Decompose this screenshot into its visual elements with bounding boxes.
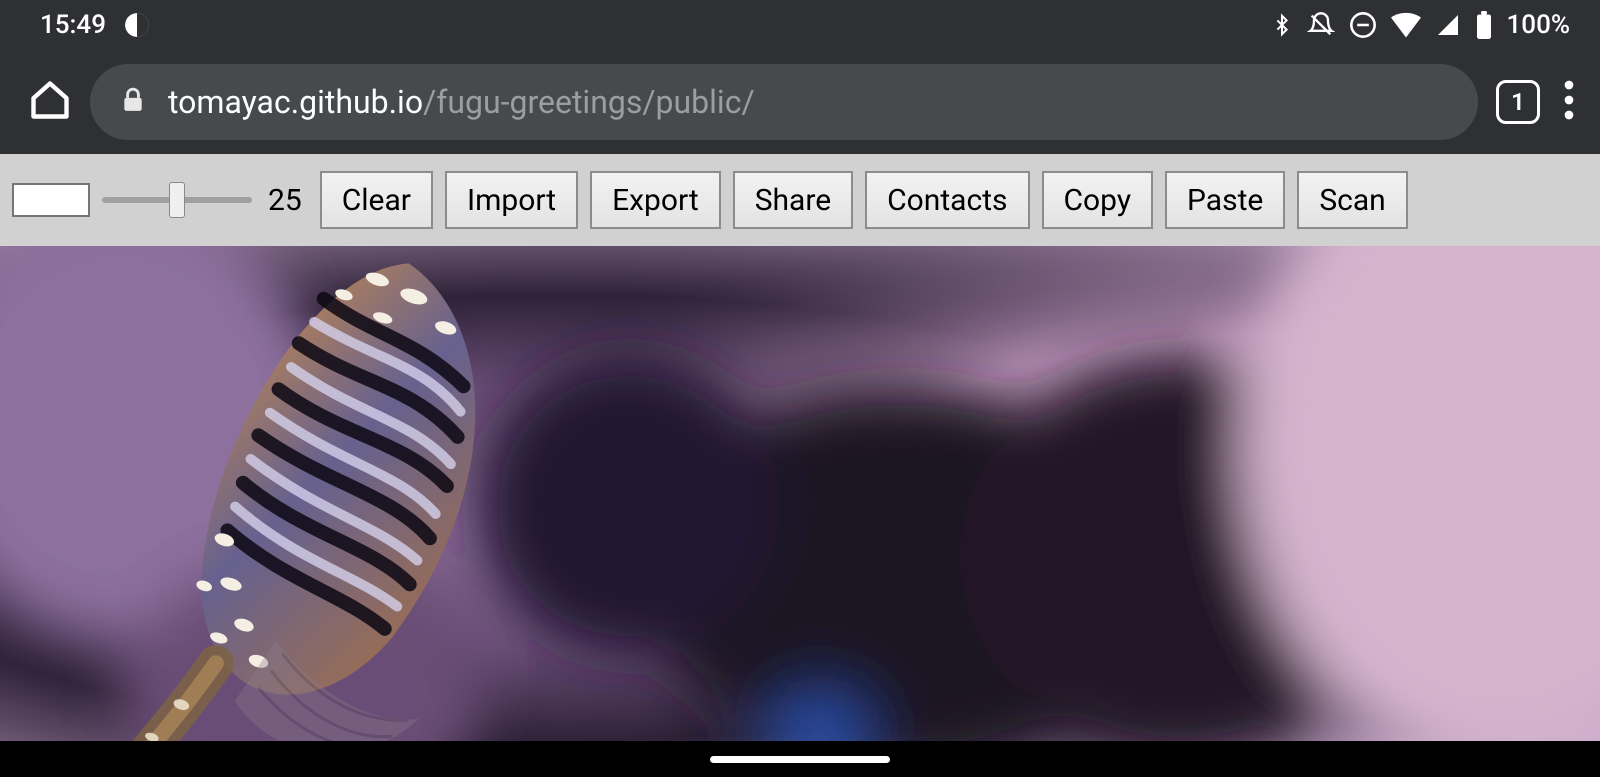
export-button[interactable]: Export bbox=[590, 171, 721, 229]
contacts-button[interactable]: Contacts bbox=[865, 171, 1029, 229]
data-saver-icon bbox=[124, 12, 150, 38]
cell-signal-icon bbox=[1435, 13, 1461, 37]
clear-button[interactable]: Clear bbox=[320, 171, 433, 229]
url-host: tomayac.github.io bbox=[168, 83, 423, 121]
gesture-nav-pill[interactable] bbox=[710, 756, 890, 763]
app-toolbar: 25 Clear Import Export Share Contacts Co… bbox=[0, 154, 1600, 246]
bluetooth-icon bbox=[1271, 11, 1293, 39]
address-bar[interactable]: tomayac.github.io/fugu-greetings/public/ bbox=[90, 64, 1478, 140]
copy-button[interactable]: Copy bbox=[1042, 171, 1154, 229]
brush-size-slider[interactable] bbox=[102, 184, 252, 216]
notifications-off-icon bbox=[1307, 11, 1335, 39]
paste-button[interactable]: Paste bbox=[1165, 171, 1285, 229]
wifi-icon bbox=[1391, 12, 1421, 38]
overflow-menu-icon[interactable] bbox=[1558, 80, 1580, 124]
battery-percent: 100% bbox=[1507, 10, 1570, 40]
url-text: tomayac.github.io/fugu-greetings/public/ bbox=[168, 83, 755, 121]
do-not-disturb-icon bbox=[1349, 11, 1377, 39]
status-time: 15:49 bbox=[40, 10, 106, 40]
url-path: /fugu-greetings/public/ bbox=[423, 83, 755, 121]
android-nav-bar bbox=[0, 741, 1600, 777]
battery-icon bbox=[1475, 11, 1493, 39]
lock-icon bbox=[120, 85, 146, 119]
canvas-area[interactable] bbox=[0, 246, 1600, 741]
color-picker[interactable] bbox=[12, 183, 90, 217]
share-button[interactable]: Share bbox=[733, 171, 853, 229]
scan-button[interactable]: Scan bbox=[1297, 171, 1407, 229]
import-button[interactable]: Import bbox=[445, 171, 578, 229]
android-status-bar: 15:49 100% bbox=[0, 0, 1600, 50]
tab-count-value: 1 bbox=[1511, 88, 1525, 116]
home-icon[interactable] bbox=[28, 78, 72, 126]
tab-switcher-button[interactable]: 1 bbox=[1496, 80, 1540, 124]
browser-toolbar: tomayac.github.io/fugu-greetings/public/… bbox=[0, 50, 1600, 154]
brush-size-value: 25 bbox=[268, 183, 302, 218]
